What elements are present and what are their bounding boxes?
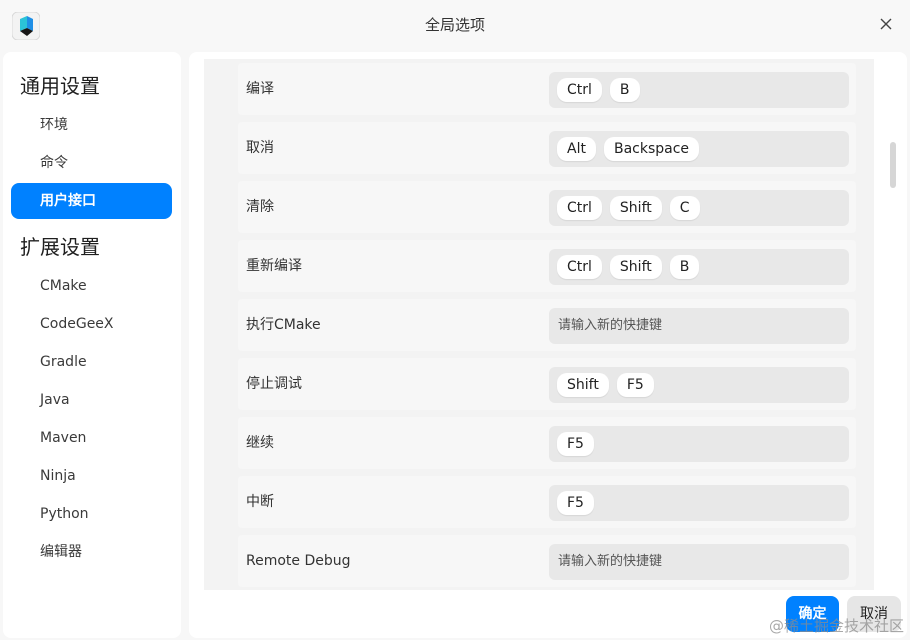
- shortcut-input[interactable]: F5: [549, 485, 849, 521]
- shortcut-placeholder: 请输入新的快捷键: [558, 554, 663, 569]
- key-chip: Shift: [609, 255, 662, 279]
- shortcut-input[interactable]: Ctrl Shift C: [549, 190, 849, 226]
- shortcut-input[interactable]: 请输入新的快捷键: [549, 308, 849, 344]
- shortcut-label: 取消: [246, 140, 274, 156]
- shortcut-row-rebuild: 重新编译 Ctrl Shift B: [238, 240, 856, 292]
- shortcut-row-build: 编译 Ctrl B: [238, 63, 856, 115]
- shortcut-input[interactable]: Alt Backspace: [549, 131, 849, 167]
- key-chips: F5: [557, 432, 594, 456]
- key-chips: Shift F5: [557, 373, 654, 397]
- sidebar-item-gradle[interactable]: Gradle: [11, 344, 172, 380]
- key-chip: B: [609, 78, 640, 102]
- key-chip: Shift: [557, 373, 609, 397]
- shortcut-row-interrupt: 中断 F5: [238, 476, 856, 528]
- close-icon[interactable]: [876, 14, 896, 34]
- key-chip: F5: [557, 491, 594, 515]
- key-chips: Alt Backspace: [557, 137, 700, 161]
- key-chip: Ctrl: [557, 196, 602, 220]
- sidebar-item-maven[interactable]: Maven: [11, 420, 172, 456]
- window-title: 全局选项: [424, 16, 485, 34]
- key-chip: F5: [616, 373, 654, 397]
- key-chip: C: [669, 196, 700, 220]
- sidebar-group-extensions: 扩展设置: [20, 235, 100, 259]
- shortcut-row-continue: 继续 F5: [238, 417, 856, 469]
- key-chips: Ctrl Shift C: [557, 196, 700, 220]
- shortcut-row-cancel: 取消 Alt Backspace: [238, 122, 856, 174]
- sidebar-item-python[interactable]: Python: [11, 496, 172, 532]
- sidebar-item-java[interactable]: Java: [11, 382, 172, 418]
- sidebar-item-codegeex[interactable]: CodeGeeX: [11, 306, 172, 342]
- shortcut-row-remote-debug: Remote Debug 请输入新的快捷键: [238, 535, 856, 587]
- shortcut-input[interactable]: Ctrl Shift B: [549, 249, 849, 285]
- key-chips: Ctrl Shift B: [557, 255, 700, 279]
- shortcut-label: 停止调试: [246, 376, 302, 392]
- shortcut-placeholder: 请输入新的快捷键: [558, 318, 663, 333]
- shortcut-input[interactable]: Shift F5: [549, 367, 849, 403]
- shortcut-label: 继续: [246, 435, 274, 451]
- shortcut-panel: 编译 Ctrl B 取消 Alt Backspace 清除 Ctrl Shift…: [189, 52, 907, 638]
- key-chip: Ctrl: [557, 78, 602, 102]
- key-chip: Ctrl: [557, 255, 602, 279]
- sidebar-item-user-interface[interactable]: 用户接口: [11, 183, 172, 219]
- sidebar-item-ninja[interactable]: Ninja: [11, 458, 172, 494]
- sidebar-item-cmake[interactable]: CMake: [11, 268, 172, 304]
- shortcut-label: Remote Debug: [246, 553, 351, 569]
- sidebar: 通用设置 环境 命令 用户接口 扩展设置 CMake CodeGeeX Grad…: [3, 52, 181, 638]
- key-chips: F5: [557, 491, 594, 515]
- key-chip: Shift: [609, 196, 662, 220]
- shortcut-row-clean: 清除 Ctrl Shift C: [238, 181, 856, 233]
- shortcut-input[interactable]: Ctrl B: [549, 72, 849, 108]
- shortcut-label: 清除: [246, 199, 274, 215]
- watermark: @稀土掘金技术社区: [768, 617, 904, 635]
- vertical-scrollbar[interactable]: [890, 142, 896, 188]
- shortcut-input[interactable]: 请输入新的快捷键: [549, 544, 849, 580]
- shortcut-list: 编译 Ctrl B 取消 Alt Backspace 清除 Ctrl Shift…: [204, 59, 874, 590]
- sidebar-item-editor[interactable]: 编辑器: [11, 534, 172, 570]
- shortcut-row-run-cmake: 执行CMake 请输入新的快捷键: [238, 299, 856, 351]
- key-chip: Alt: [557, 137, 596, 161]
- key-chips: Ctrl B: [557, 78, 640, 102]
- key-chip: F5: [557, 432, 594, 456]
- key-chip: B: [669, 255, 700, 279]
- shortcut-label: 中断: [246, 494, 274, 510]
- shortcut-label: 执行CMake: [246, 317, 321, 333]
- shortcut-label: 编译: [246, 81, 274, 97]
- sidebar-item-environment[interactable]: 环境: [11, 107, 172, 143]
- title-bar: 全局选项: [0, 0, 910, 50]
- sidebar-item-commands[interactable]: 命令: [11, 145, 172, 181]
- shortcut-row-stop-debug: 停止调试 Shift F5: [238, 358, 856, 410]
- shortcut-label: 重新编译: [246, 258, 302, 274]
- key-chip: Backspace: [603, 137, 700, 161]
- shortcut-input[interactable]: F5: [549, 426, 849, 462]
- sidebar-group-general: 通用设置: [20, 74, 100, 98]
